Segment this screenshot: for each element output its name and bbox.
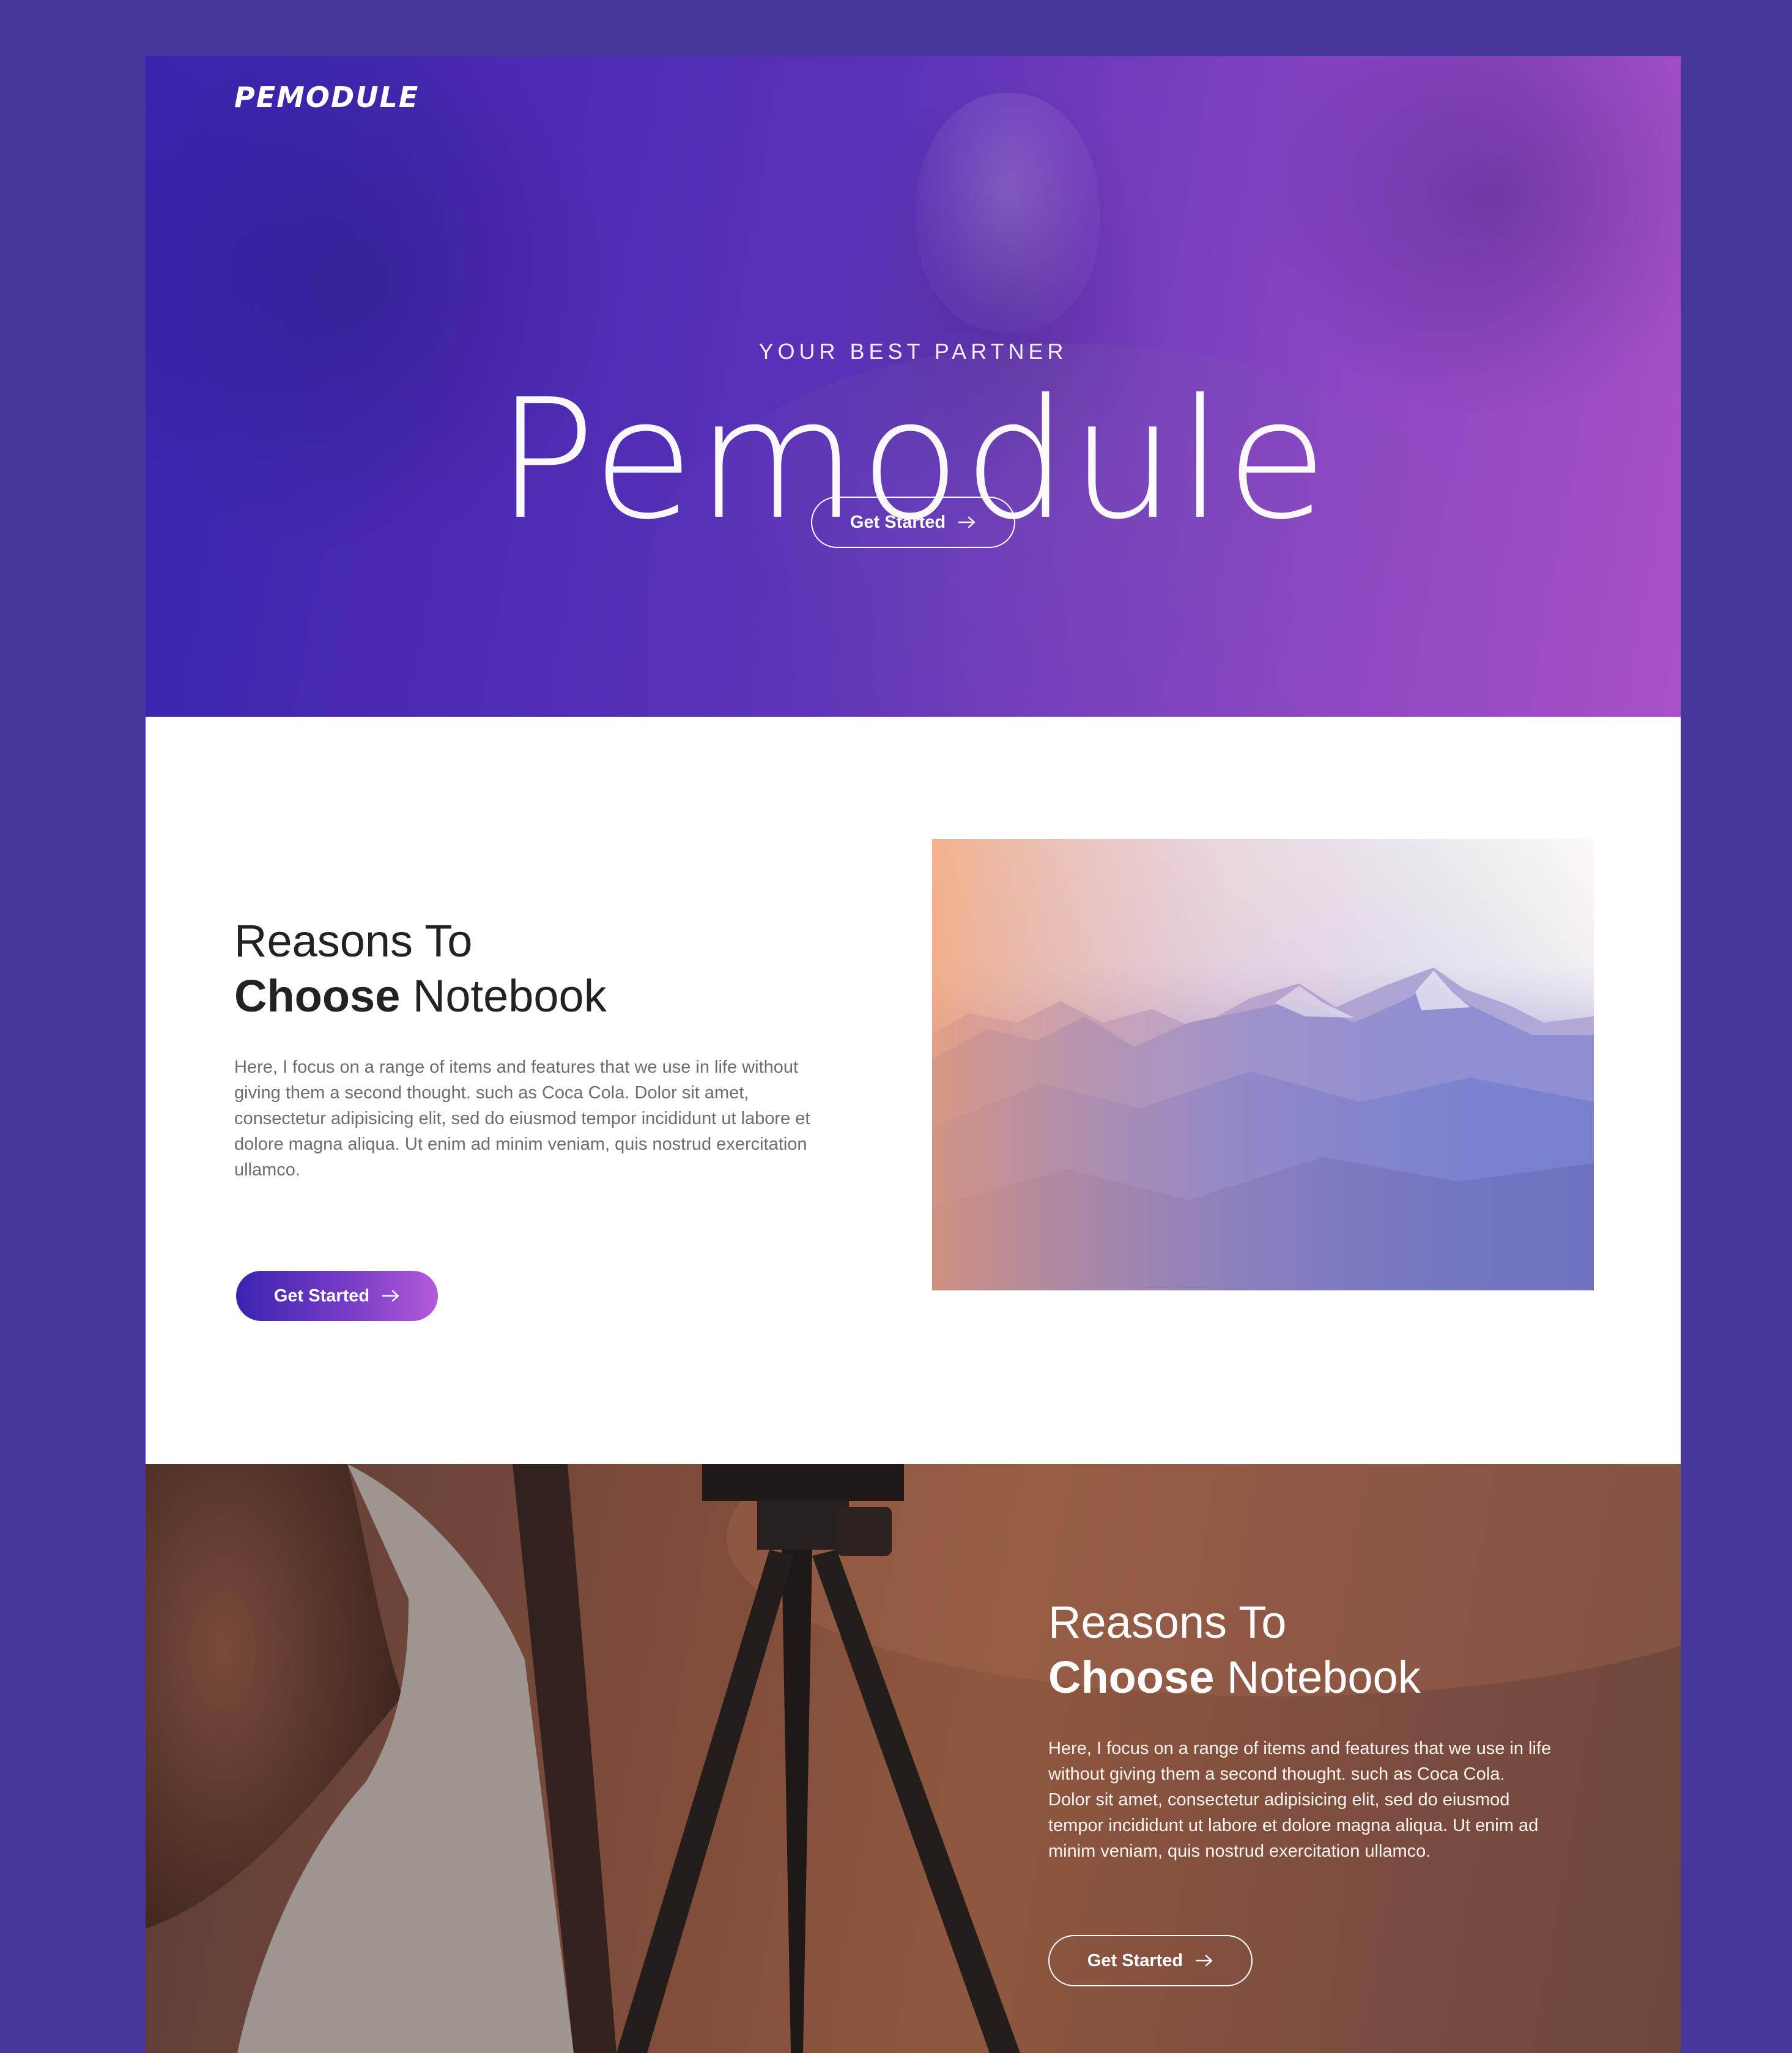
- reasons-paragraph: Here, I focus on a range of items and fe…: [234, 1054, 895, 1183]
- photographer-heading: Reasons To Choose Notebook: [1048, 1595, 1421, 1705]
- photographer-heading-bold: Choose: [1048, 1652, 1215, 1703]
- paragraph-line: consectetur adipisicing elit, sed do eiu…: [234, 1109, 810, 1128]
- hero-section: PEMODULE YOUR BEST PARTNER Pemodule Get …: [146, 56, 1681, 717]
- brand-logo[interactable]: PEMODULE: [234, 81, 419, 114]
- hero-portrait-face: [916, 93, 1100, 331]
- landing-page: PEMODULE YOUR BEST PARTNER Pemodule Get …: [146, 56, 1681, 2053]
- reasons-heading-line1: Reasons To: [234, 916, 473, 966]
- reasons-get-started-button[interactable]: Get Started: [236, 1271, 438, 1321]
- photographer-section: Reasons To Choose Notebook Here, I focus…: [146, 1464, 1681, 2053]
- reasons-heading-bold: Choose: [234, 971, 401, 1021]
- photographer-heading-rest: Notebook: [1226, 1652, 1421, 1703]
- reasons-get-started-label: Get Started: [273, 1285, 370, 1306]
- reasons-heading: Reasons To Choose Notebook: [234, 914, 607, 1024]
- paragraph-line: tempor incididunt ut labore et dolore ma…: [1048, 1816, 1539, 1835]
- paragraph-line: giving them a second thought. such as Co…: [234, 1083, 749, 1103]
- paragraph-line: minim veniam, quis nostrud exercitation …: [1048, 1841, 1431, 1861]
- reasons-heading-rest: Notebook: [412, 971, 607, 1021]
- paragraph-line: Here, I focus on a range of items and fe…: [234, 1057, 799, 1077]
- photographer-paragraph: Here, I focus on a range of items and fe…: [1048, 1736, 1623, 1864]
- paragraph-line: without giving them a second thought. su…: [1048, 1764, 1505, 1784]
- photographer-heading-line2: Choose Notebook: [1048, 1650, 1421, 1705]
- photographer-heading-line1: Reasons To: [1048, 1597, 1287, 1648]
- paragraph-line: ullamco.: [234, 1160, 300, 1180]
- hero-get-started-label: Get Started: [850, 512, 946, 532]
- paragraph-line: dolore magna aliqua. Ut enim ad minim ve…: [234, 1134, 807, 1154]
- photographer-get-started-label: Get Started: [1087, 1950, 1183, 1970]
- arrow-right-icon: [958, 516, 976, 528]
- hero-get-started-button[interactable]: Get Started: [811, 497, 1015, 548]
- photographer-get-started-button[interactable]: Get Started: [1048, 1935, 1253, 1986]
- mountain-illustration: [932, 839, 1594, 1290]
- arrow-right-icon: [382, 1290, 399, 1302]
- reasons-heading-line2: Choose Notebook: [234, 969, 607, 1024]
- brand-logo-text: PEMODULE: [234, 81, 420, 114]
- paragraph-line: Here, I focus on a range of items and fe…: [1048, 1739, 1552, 1758]
- paragraph-line: Dolor sit amet, consectetur adipisicing …: [1048, 1790, 1510, 1810]
- arrow-right-icon: [1195, 1955, 1213, 1967]
- hero-eyebrow: YOUR BEST PARTNER: [758, 339, 1068, 364]
- reasons-section: Reasons To Choose Notebook Here, I focus…: [146, 717, 1681, 1464]
- mountain-landscape-image: [932, 839, 1594, 1290]
